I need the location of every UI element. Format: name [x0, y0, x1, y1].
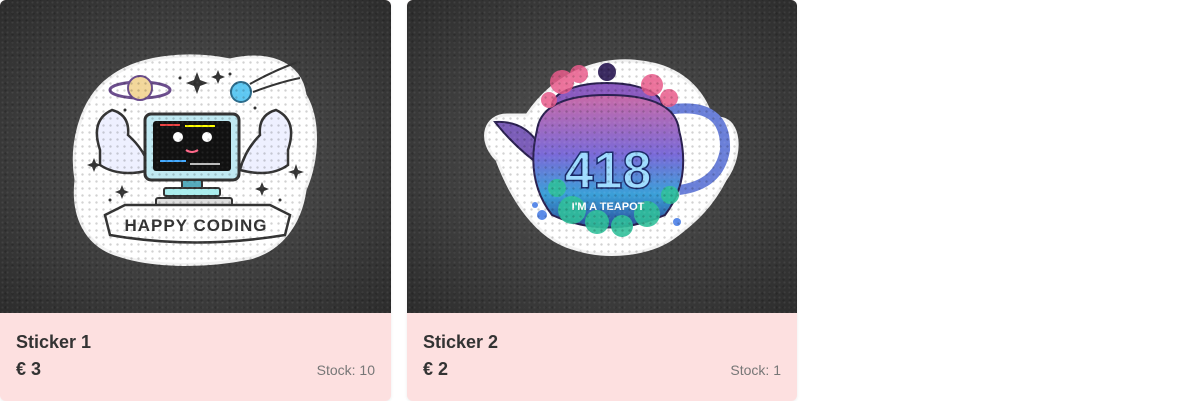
sticker-code-text: 418: [565, 142, 652, 200]
product-price: € 3: [16, 359, 42, 379]
product-card[interactable]: HAPPY CODING Sticker 1 € 3 Stock10: [0, 0, 391, 401]
product-name[interactable]: Sticker 2: [423, 331, 781, 353]
product-info: Sticker 1 € 3 Stock10: [0, 313, 391, 380]
product-meta: € 3 Stock10: [16, 359, 375, 380]
product-card[interactable]: 418 I'M A TEAPOT Sticker 2 € 2 Stock1: [407, 0, 797, 401]
stock-status: Stock10: [317, 362, 375, 378]
happy-coding-sticker-icon: HAPPY CODING: [72, 54, 317, 266]
product-price: € 2: [423, 359, 449, 379]
stock-value: 1: [773, 362, 781, 378]
product-image[interactable]: 418 I'M A TEAPOT: [407, 0, 797, 313]
product-info: Sticker 2 € 2 Stock1: [407, 313, 797, 380]
product-name[interactable]: Sticker 1: [16, 331, 375, 353]
stock-status: Stock1: [730, 362, 781, 378]
teapot-418-sticker-icon: 418 I'M A TEAPOT: [484, 59, 739, 256]
sticker-caption-text: I'M A TEAPOT: [572, 201, 645, 213]
stock-value: 10: [359, 362, 375, 378]
product-meta: € 2 Stock1: [423, 359, 781, 380]
stock-label: Stock: [317, 362, 360, 378]
sticker-text: HAPPY CODING: [125, 216, 268, 235]
stock-label: Stock: [730, 362, 773, 378]
product-image[interactable]: HAPPY CODING: [0, 0, 391, 313]
product-grid: HAPPY CODING Sticker 1 € 3 Stock10: [0, 0, 797, 401]
